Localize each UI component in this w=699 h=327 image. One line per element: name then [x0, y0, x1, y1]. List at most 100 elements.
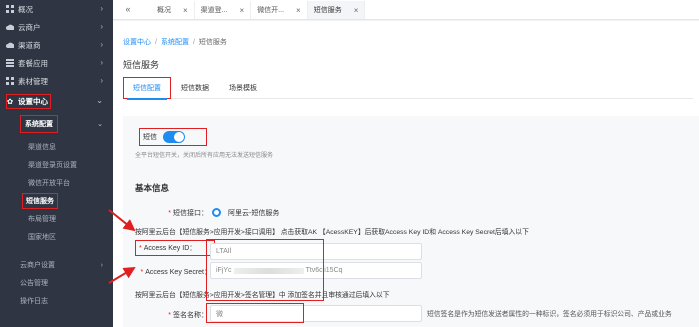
cloud-icon: [6, 41, 14, 49]
sign-name-label: * 签名名称：: [168, 312, 208, 319]
close-icon[interactable]: ×: [183, 6, 188, 15]
sidebar-item-label: 公告管理: [20, 280, 48, 287]
sidebar-group-system-config[interactable]: 系统配置 ⌄: [0, 114, 113, 134]
breadcrumb-separator: /: [155, 39, 157, 46]
sidebar-sub-label: 渠道登录页设置: [28, 162, 77, 169]
tab-channel-login[interactable]: 渠道登... ×: [195, 1, 252, 19]
interface-label: * 短信接口：: [168, 210, 208, 217]
sidebar: 概况 › 云商户 › 渠道商 › 套餐应用 › 素材管理 › ✿ 设置中心 ⌄ …: [0, 0, 113, 327]
sidebar-item-label: 云商户: [18, 22, 41, 32]
label-text: 短信接口：: [173, 210, 208, 217]
input-value: LTAIl: [216, 248, 232, 255]
breadcrumb-current: 短信服务: [198, 39, 227, 46]
chevron-right-icon: ›: [100, 40, 103, 49]
label-text: Access Key Secret：: [145, 269, 211, 276]
sidebar-sub-wechat-open[interactable]: 微信开放平台: [0, 174, 113, 192]
sidebar-item-label: 套餐应用: [18, 58, 48, 68]
chevron-right-icon: ›: [100, 4, 103, 13]
sidebar-item-cloud-merchant[interactable]: 云商户 ›: [0, 18, 113, 36]
access-key-id-input[interactable]: LTAIl: [210, 243, 422, 260]
tab-wechat-open[interactable]: 微信开... ×: [251, 1, 308, 19]
sidebar-sub-sms-service[interactable]: 短信服务: [0, 192, 113, 210]
sidebar-item-package[interactable]: 套餐应用 ›: [0, 54, 113, 72]
tab-sms-config[interactable]: 短信配置: [123, 77, 171, 100]
sidebar-item-notice[interactable]: 公告管理: [0, 274, 113, 292]
sidebar-sub-label: 渠道信息: [28, 144, 56, 151]
cloud-icon: [6, 23, 14, 31]
sms-switch-label: 短信: [143, 134, 157, 141]
sms-switch-row: 短信: [139, 128, 207, 146]
sidebar-sub-country[interactable]: 国家地区: [0, 228, 113, 246]
access-key-id-label: * Access Key ID：: [135, 240, 215, 256]
list-icon: [6, 59, 14, 67]
tab-sms-service[interactable]: 短信服务 ×: [307, 1, 366, 19]
tab-sms-data[interactable]: 短信数据: [171, 77, 219, 99]
grid-icon: [6, 5, 14, 13]
collapse-icon[interactable]: «: [113, 0, 143, 19]
sms-switch-desc: 全平台短信开关，关闭后所有应用无法发送短信服务: [135, 153, 274, 159]
chevron-right-icon: ›: [100, 58, 103, 67]
sidebar-item-merchant-settings[interactable]: 云商户设置 ›: [0, 256, 113, 274]
sidebar-item-overview[interactable]: 概况 ›: [0, 0, 113, 18]
sms-toggle[interactable]: [163, 131, 185, 143]
sign-name-input[interactable]: 微: [210, 305, 422, 322]
sidebar-item-label: 素材管理: [18, 76, 48, 86]
sidebar-item-oplog[interactable]: 操作日志: [0, 292, 113, 310]
grid-icon: [6, 77, 14, 85]
tab-bar: « 概况 × 渠道登... × 微信开... × 短信服务 ×: [113, 0, 699, 20]
sidebar-sub-channel-info[interactable]: 渠道信息: [0, 138, 113, 156]
main-content: 设置中心 / 系统配置 / 短信服务 短信服务 短信配置 短信数据 场景模板 短信 全平…: [113, 21, 699, 327]
input-value-tail: Ttv6cii15Cq: [305, 267, 343, 274]
close-icon[interactable]: ×: [240, 6, 245, 15]
page-title: 短信服务: [123, 60, 160, 70]
label-text: Access Key ID：: [143, 245, 197, 252]
access-key-secret-input[interactable]: iFjYc Ttv6cii15Cq: [210, 262, 422, 279]
chevron-down-icon: ⌄: [96, 96, 103, 105]
radio-aliyun-label: 阿里云-短信服务: [228, 210, 280, 217]
chevron-right-icon: ›: [100, 261, 103, 269]
breadcrumb-link[interactable]: 设置中心: [123, 39, 151, 46]
sidebar-item-label: 设置中心: [18, 96, 48, 106]
tab-label: 场景模板: [229, 85, 257, 92]
breadcrumb-link[interactable]: 系统配置: [161, 39, 189, 46]
close-icon[interactable]: ×: [354, 6, 359, 15]
sidebar-item-settings[interactable]: ✿ 设置中心 ⌄: [0, 92, 113, 110]
tab-label: 短信数据: [181, 85, 209, 92]
breadcrumb-separator: /: [192, 39, 195, 46]
sidebar-item-channel[interactable]: 渠道商 ›: [0, 36, 113, 54]
sidebar-sub-layout[interactable]: 布局管理: [0, 210, 113, 228]
chevron-right-icon: ›: [100, 76, 103, 85]
sub-tabs: 短信配置 短信数据 场景模板: [123, 77, 693, 100]
radio-aliyun[interactable]: [212, 208, 221, 217]
sidebar-item-label: 云商户设置: [20, 262, 55, 269]
sidebar-item-label: 概况: [18, 4, 33, 14]
tab-scene-template[interactable]: 场景模板: [219, 77, 267, 99]
section-title: 基本信息: [135, 183, 170, 193]
settings-highlight: ✿ 设置中心: [6, 93, 51, 109]
access-key-secret-label: * Access Key Secret：: [140, 269, 211, 276]
sidebar-sub-label: 国家地区: [28, 234, 56, 241]
close-icon[interactable]: ×: [296, 6, 301, 15]
tab-label: 微信开...: [257, 7, 285, 14]
tab-label: 渠道登...: [200, 7, 228, 14]
tab-label: 短信配置: [133, 85, 161, 92]
hint-sign: 按阿里云后台【短信服务>应用开发>签名管理】中 添加签名并且审核通过后填入以下: [135, 292, 390, 299]
hint-access-key: 按阿里云后台【短信服务>应用开发>接口调用】 点击获取AK 【AcessKEY】…: [135, 229, 529, 236]
sidebar-sub-label: 短信服务: [22, 193, 58, 209]
input-value: 微: [216, 310, 223, 318]
sidebar-sub-label: 布局管理: [28, 216, 56, 223]
chevron-right-icon: ›: [100, 22, 103, 31]
input-value: iFjYc: [216, 267, 232, 274]
sidebar-item-label: 操作日志: [20, 298, 48, 305]
tab-label: 短信服务: [313, 7, 342, 14]
tab-label: 概况: [157, 7, 171, 14]
chevron-down-icon: ⌄: [97, 121, 103, 128]
sidebar-sub-channel-login[interactable]: 渠道登录页设置: [0, 156, 113, 174]
tab-overview[interactable]: 概况 ×: [143, 1, 195, 19]
sidebar-group-label: 系统配置: [20, 115, 58, 133]
label-text: 签名名称：: [173, 312, 208, 319]
sign-name-note: 短信签名是作为短信发送者属性的一种标识，签名必须用于标识公司、产品或业务: [427, 311, 672, 318]
sidebar-sub-label: 微信开放平台: [28, 180, 70, 187]
sidebar-item-material[interactable]: 素材管理 ›: [0, 72, 113, 90]
redacted-blur: [233, 267, 304, 274]
